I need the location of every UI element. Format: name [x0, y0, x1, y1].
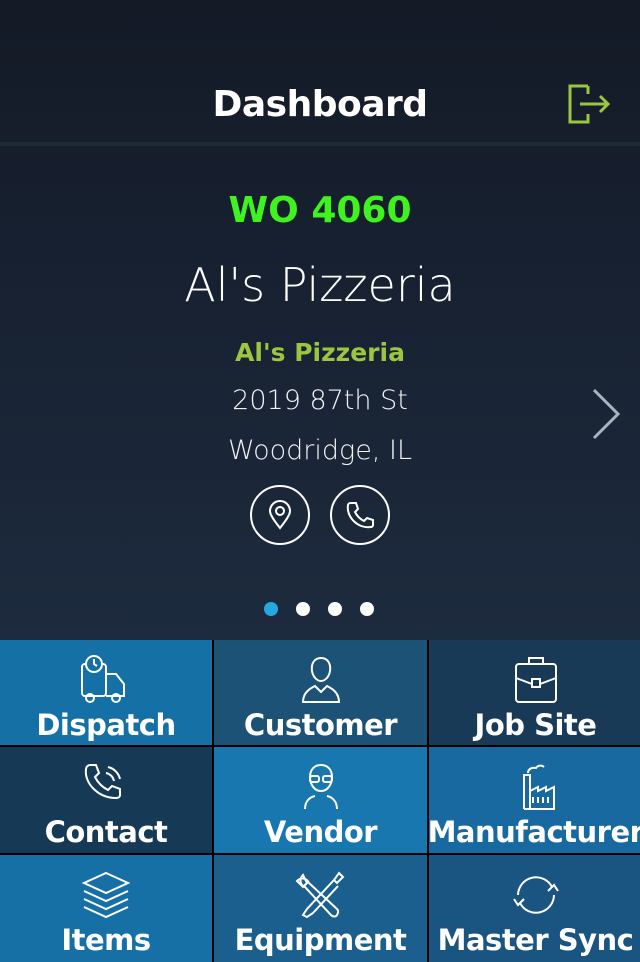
tile-master-sync[interactable]: Master Sync — [429, 855, 640, 962]
tile-label: Master Sync — [437, 923, 634, 957]
header: Dashboard — [0, 0, 640, 146]
tile-label: Job Site — [474, 708, 597, 742]
page-dot[interactable] — [360, 602, 374, 616]
tile-label: Dispatch — [36, 708, 176, 742]
location-pin-icon — [268, 500, 292, 530]
layers-icon — [81, 871, 131, 919]
tile-dispatch[interactable]: Dispatch — [0, 640, 212, 745]
site-name: Al's Pizzeria — [184, 258, 456, 312]
address-line-2: Woodridge, IL — [227, 435, 413, 466]
factory-icon — [522, 764, 555, 810]
tile-label: Vendor — [263, 815, 378, 849]
briefcase-icon — [514, 657, 557, 703]
tile-label: Equipment — [234, 923, 407, 957]
page-title: Dashboard — [212, 84, 428, 125]
person-icon — [301, 656, 340, 703]
tile-label: Customer — [243, 708, 398, 742]
page-dot[interactable] — [328, 602, 342, 616]
page-dot[interactable] — [296, 602, 310, 616]
tile-contact[interactable]: Contact — [0, 747, 212, 853]
tile-label: Manufacturer — [427, 815, 640, 849]
tile-items[interactable]: Items — [0, 855, 212, 962]
page-indicator[interactable] — [264, 602, 374, 616]
phone-icon — [84, 764, 121, 800]
tools-icon — [295, 871, 344, 919]
call-button[interactable] — [330, 485, 390, 545]
page-dot[interactable] — [264, 602, 278, 616]
next-chevron-icon[interactable] — [588, 386, 624, 442]
person-glasses-icon — [303, 763, 338, 810]
customer-name[interactable]: Al's Pizzeria — [0, 338, 640, 367]
logout-icon[interactable] — [566, 84, 612, 124]
menu-grid: Dispatch Customer Job Site Contact Vendo… — [0, 640, 640, 962]
address-line-1: 2019 87th St — [232, 385, 408, 416]
tile-label: Contact — [44, 815, 168, 849]
tile-job-site[interactable]: Job Site — [429, 640, 640, 745]
tile-equipment[interactable]: Equipment — [214, 855, 427, 962]
tile-manufacturer[interactable]: Manufacturer — [427, 747, 640, 853]
map-button[interactable] — [250, 485, 310, 545]
tile-vendor[interactable]: Vendor — [214, 747, 427, 853]
tile-label: Items — [61, 923, 151, 957]
work-order-number[interactable]: WO 4060 — [0, 190, 640, 231]
work-order-panel: Dashboard WO 4060 Al's Pizzeria Al's Piz… — [0, 0, 640, 640]
tile-customer[interactable]: Customer — [214, 640, 427, 745]
phone-icon — [346, 502, 374, 529]
sync-icon — [512, 876, 559, 914]
truck-clock-icon — [81, 655, 125, 703]
